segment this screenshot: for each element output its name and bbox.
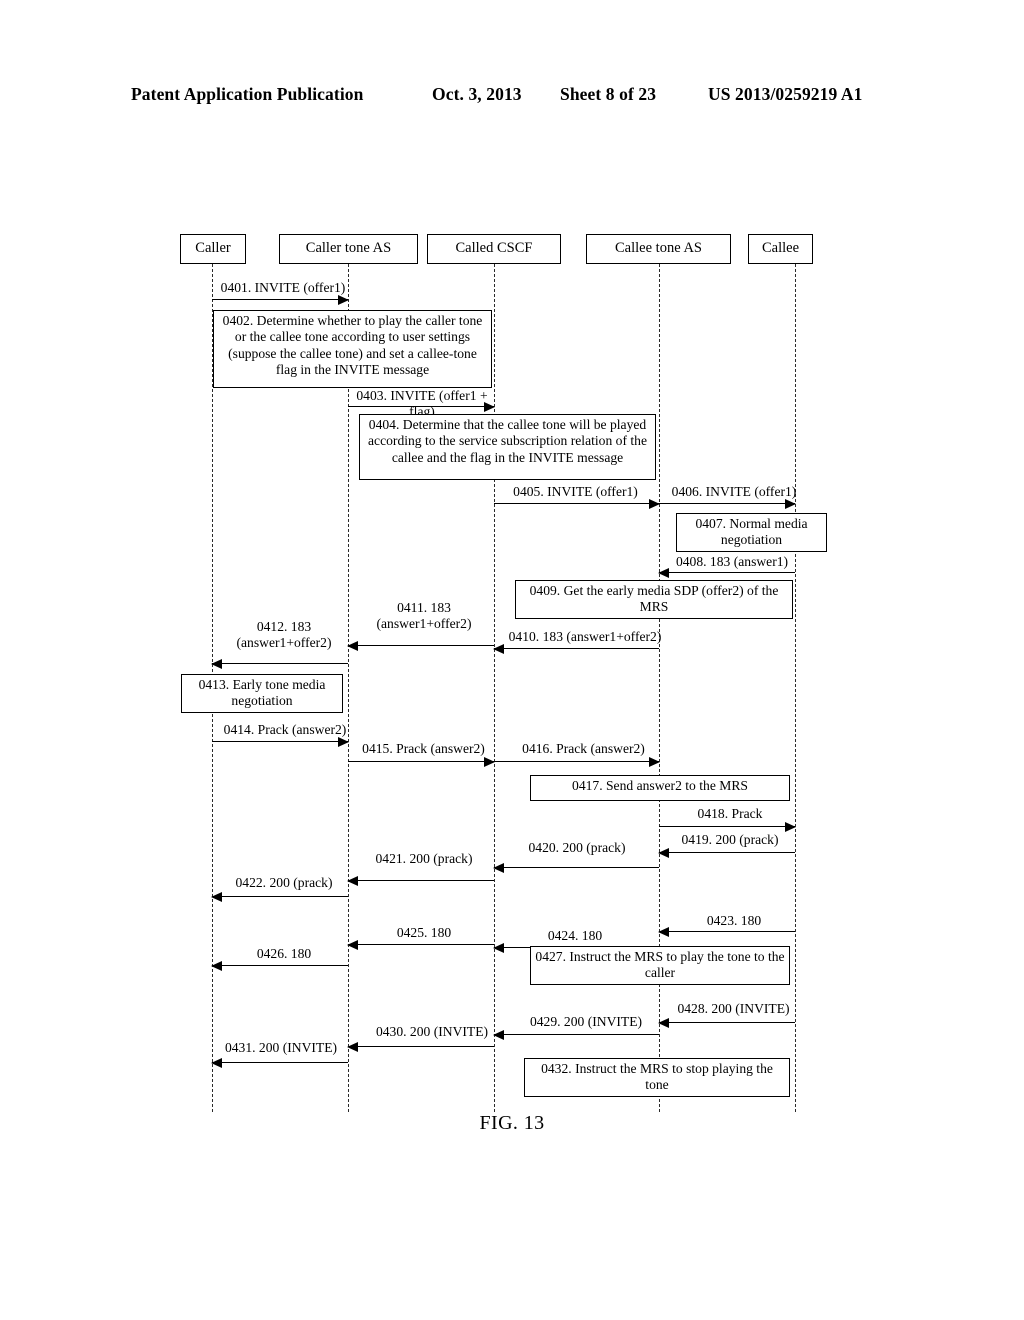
message-label-0429: 0429. 200 (INVITE) — [529, 1014, 643, 1029]
note-text: 0407. Normal media negotiation — [695, 516, 808, 548]
message-arrow-0412 — [211, 659, 348, 669]
message-label-0423: 0423. 180 — [706, 913, 762, 928]
message-label-0421: 0421. 200 (prack) — [375, 851, 473, 866]
message-label-0405: 0405. INVITE (offer1) — [513, 484, 638, 499]
note-text: 0413. Early tone media negotiation — [198, 677, 326, 709]
participant-label: Caller — [195, 240, 231, 256]
participant-caller: Caller — [180, 234, 246, 264]
participant-called-cscf: Called CSCF — [427, 234, 561, 264]
message-arrow-0421 — [347, 876, 494, 886]
message-arrow-0422 — [211, 892, 348, 902]
message-label-0414: 0414. Prack (answer2) — [223, 722, 347, 737]
message-arrow-0411 — [347, 641, 494, 651]
message-arrow-0415 — [348, 757, 495, 767]
message-arrow-0408 — [658, 568, 795, 578]
message-arrow-0416 — [494, 757, 660, 767]
participant-label: Caller tone AS — [305, 240, 392, 256]
message-label-0416: 0416. Prack (answer2) — [522, 741, 645, 756]
message-label-0426: 0426. 180 — [256, 946, 312, 961]
note-text: 0404. Determine that the callee tone wil… — [368, 417, 647, 465]
message-arrow-0426 — [211, 961, 348, 971]
message-label-0401: 0401. INVITE (offer1) — [220, 280, 346, 295]
message-arrow-0429 — [493, 1030, 659, 1040]
participant-label: Callee tone AS — [615, 240, 702, 256]
message-arrow-0401 — [212, 295, 349, 305]
participant-callee-tone-as: Callee tone AS — [586, 234, 731, 264]
message-label-0411: 0411. 183 (answer1+offer2) — [376, 600, 472, 632]
message-label-0431: 0431. 200 (INVITE) — [224, 1040, 338, 1055]
note-text: 0427. Instruct the MRS to play the tone … — [535, 949, 785, 981]
note-text: 0409. Get the early media SDP (offer2) o… — [529, 583, 779, 615]
message-arrow-0430 — [347, 1042, 494, 1052]
note-text: 0417. Send answer2 to the MRS — [572, 778, 748, 793]
figure-caption: FIG. 13 — [479, 1112, 545, 1134]
message-label-0412: 0412. 183 (answer1+offer2) — [236, 619, 332, 651]
note-0432: 0432. Instruct the MRS to stop playing t… — [524, 1058, 790, 1097]
message-label-0430: 0430. 200 (INVITE) — [375, 1024, 489, 1039]
note-0427: 0427. Instruct the MRS to play the tone … — [530, 946, 790, 985]
message-arrow-0420 — [493, 863, 659, 873]
message-arrow-0410 — [493, 644, 659, 654]
message-label-0428: 0428. 200 (INVITE) — [677, 1001, 790, 1016]
note-0407: 0407. Normal media negotiation — [676, 513, 827, 552]
message-label-0410: 0410. 183 (answer1+offer2) — [508, 629, 662, 644]
message-label-0406: 0406. INVITE (offer1) — [671, 484, 797, 499]
note-0413: 0413. Early tone media negotiation — [181, 674, 343, 713]
message-arrow-0423 — [658, 927, 795, 937]
note-0402: 0402. Determine whether to play the call… — [213, 310, 492, 388]
participant-caller-tone-as: Caller tone AS — [279, 234, 418, 264]
note-0409: 0409. Get the early media SDP (offer2) o… — [515, 580, 793, 619]
participant-label: Called CSCF — [455, 240, 533, 256]
note-text: 0402. Determine whether to play the call… — [222, 313, 483, 378]
message-arrow-0428 — [658, 1018, 795, 1028]
message-label-0415: 0415. Prack (answer2) — [362, 741, 485, 756]
participant-callee: Callee — [748, 234, 813, 264]
note-0417: 0417. Send answer2 to the MRS — [530, 775, 790, 801]
message-label-0424: 0424. 180 — [547, 928, 603, 943]
message-arrow-0419 — [658, 848, 795, 858]
message-arrow-0406 — [659, 499, 796, 509]
message-arrow-0431 — [211, 1058, 348, 1068]
message-label-0419: 0419. 200 (prack) — [681, 832, 779, 847]
message-label-0408: 0408. 183 (answer1) — [675, 554, 789, 569]
message-label-0420: 0420. 200 (prack) — [528, 840, 626, 855]
message-label-0422: 0422. 200 (prack) — [235, 875, 333, 890]
note-text: 0432. Instruct the MRS to stop playing t… — [541, 1061, 773, 1093]
message-label-0418: 0418. Prack — [697, 806, 763, 821]
message-arrow-0418 — [659, 822, 796, 832]
participant-label: Callee — [761, 240, 800, 256]
message-arrow-0414 — [212, 737, 349, 747]
message-arrow-0405 — [494, 499, 660, 509]
note-0404: 0404. Determine that the callee tone wil… — [359, 414, 656, 480]
message-arrow-0425 — [347, 940, 494, 950]
lifeline-callee — [795, 264, 796, 1112]
message-label-0425: 0425. 180 — [396, 925, 452, 940]
